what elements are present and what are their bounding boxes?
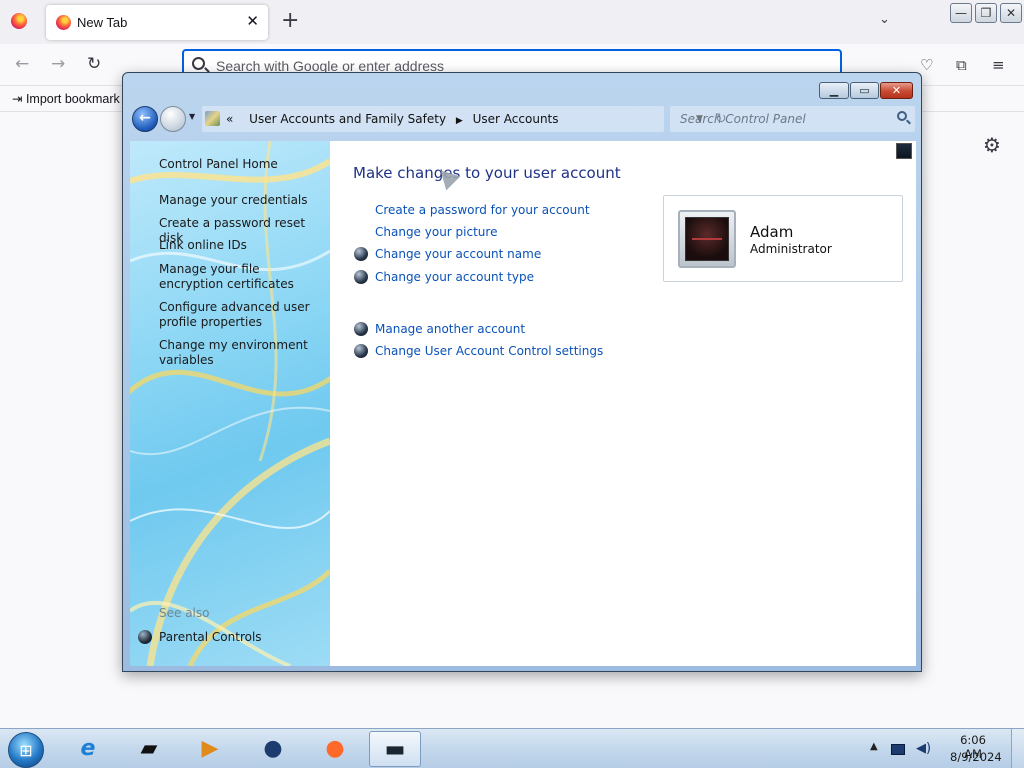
uac-shield-icon: [354, 344, 368, 358]
user-account-card: Adam Administrator: [663, 195, 903, 282]
firefox-icon: ●: [325, 736, 345, 761]
user-role: Administrator: [750, 242, 832, 256]
media-player-icon: ▶: [201, 736, 219, 761]
show-hidden-icons-icon[interactable]: ▲: [870, 741, 878, 752]
taskbar-media-player[interactable]: ▶: [184, 731, 236, 767]
minimize-button[interactable]: ▁: [819, 82, 849, 99]
control-panel-window: ▁ ▭ ✕ ← ▼ « User Accounts and Family Saf…: [122, 72, 922, 672]
show-desktop-button[interactable]: [1011, 729, 1024, 768]
back-arrow-icon[interactable]: ←: [15, 54, 29, 74]
forward-arrow-icon[interactable]: →: [51, 54, 65, 74]
firefox-menu-icon[interactable]: [11, 13, 27, 29]
action-center-icon[interactable]: [891, 744, 905, 755]
new-tab-button[interactable]: +: [281, 9, 299, 33]
browser-restore-button[interactable]: ❐: [975, 3, 997, 23]
see-also-heading: See also: [159, 606, 210, 620]
nav-control-panel-home[interactable]: Control Panel Home: [159, 157, 324, 172]
link-change-picture[interactable]: Change your picture: [375, 225, 497, 239]
firefox-favicon-icon: [56, 15, 71, 30]
nav-manage-file-encryption-certificates[interactable]: Manage your file encryption certificates: [159, 262, 324, 292]
nav-configure-advanced-profile-properties[interactable]: Configure advanced user profile properti…: [159, 300, 324, 330]
import-bookmarks-button[interactable]: ⇥ Import bookmark: [12, 91, 120, 106]
start-button[interactable]: ⊞: [8, 732, 44, 768]
taskbar-terminal[interactable]: ▰: [123, 731, 175, 767]
taskbar: ⊞ e ▰ ▶ ● ● ▬ ▲ ◀) 6:06 AM 8/9/2024: [0, 728, 1024, 768]
breadcrumb-path: « User Accounts and Family Safety ▶ User…: [226, 112, 559, 126]
import-bookmarks-label: Import bookmark: [25, 92, 120, 106]
link-change-account-type[interactable]: Change your account type: [375, 270, 534, 284]
pocket-icon[interactable]: ♡: [920, 56, 933, 74]
control-panel-icon: [205, 111, 220, 126]
uac-shield-icon: [354, 322, 368, 336]
taskbar-firefox[interactable]: ●: [309, 731, 361, 767]
link-create-password[interactable]: Create a password for your account: [375, 203, 590, 217]
recent-pages-dropdown-icon[interactable]: ▼: [189, 112, 195, 121]
page-title: Make changes to your user account: [353, 164, 621, 182]
firefox-tab-bar: New Tab ✕ + ⌄ — ❐ ✕: [0, 0, 1024, 44]
avatar[interactable]: [678, 210, 736, 268]
search-icon[interactable]: [897, 111, 907, 121]
taskbar-network[interactable]: ●: [247, 731, 299, 767]
content-area: Control Panel Home Manage your credentia…: [130, 141, 916, 666]
search-placeholder: Search Control Panel: [680, 112, 806, 126]
nav-change-environment-variables[interactable]: Change my environment variables: [159, 338, 324, 368]
hamburger-menu-icon[interactable]: ≡: [992, 56, 1005, 74]
uac-shield-icon: [354, 247, 368, 261]
navigation-pane: Control Panel Home Manage your credentia…: [130, 141, 330, 666]
reload-icon[interactable]: ↻: [87, 54, 101, 74]
terminal-icon: ▰: [140, 736, 158, 761]
breadcrumb-overflow-icon[interactable]: «: [226, 112, 233, 126]
browser-close-button[interactable]: ✕: [1000, 3, 1022, 23]
nav-manage-credentials[interactable]: Manage your credentials: [159, 193, 324, 208]
internet-explorer-icon: e: [80, 736, 96, 761]
clock-date[interactable]: 8/9/2024: [950, 750, 1002, 764]
tab-title: New Tab: [77, 15, 128, 30]
back-button[interactable]: ←: [132, 106, 158, 132]
newtab-settings-gear-icon[interactable]: ⚙: [983, 133, 1001, 157]
search-control-panel-input[interactable]: Search Control Panel: [670, 106, 915, 132]
forward-button[interactable]: [160, 106, 186, 132]
breadcrumb-user-accounts-family-safety[interactable]: User Accounts and Family Safety: [249, 112, 446, 126]
maximize-button[interactable]: ▭: [850, 82, 879, 99]
search-icon: [192, 57, 205, 70]
link-change-uac-settings[interactable]: Change User Account Control settings: [375, 344, 603, 358]
breadcrumb[interactable]: « User Accounts and Family Safety ▶ User…: [202, 106, 727, 132]
see-also-parental-controls[interactable]: Parental Controls: [159, 630, 262, 644]
network-globe-icon: ●: [263, 736, 283, 761]
taskbar-control-panel[interactable]: ▬: [369, 731, 421, 767]
close-button[interactable]: ✕: [880, 82, 913, 99]
user-name: Adam: [750, 223, 794, 241]
avatar-picture: [685, 217, 729, 261]
extensions-icon[interactable]: ⧉: [956, 56, 967, 74]
uac-shield-icon: [354, 270, 368, 284]
taskbar-internet-explorer[interactable]: e: [62, 731, 114, 767]
link-manage-another-account[interactable]: Manage another account: [375, 322, 525, 336]
help-icon[interactable]: [896, 143, 912, 159]
volume-icon[interactable]: ◀): [916, 741, 931, 756]
list-all-tabs-icon[interactable]: ⌄: [879, 12, 890, 27]
nav-link-online-ids[interactable]: Link online IDs: [159, 238, 324, 253]
tab-close-icon[interactable]: ✕: [246, 12, 259, 30]
windows-logo-icon: ⊞: [19, 741, 33, 760]
link-change-account-name[interactable]: Change your account name: [375, 247, 541, 261]
control-panel-window-icon: ▬: [384, 737, 406, 762]
tab-new-tab[interactable]: New Tab ✕: [46, 5, 268, 40]
breadcrumb-user-accounts[interactable]: User Accounts: [473, 112, 559, 126]
parental-controls-icon: [138, 630, 152, 644]
browser-minimize-button[interactable]: —: [950, 3, 972, 23]
